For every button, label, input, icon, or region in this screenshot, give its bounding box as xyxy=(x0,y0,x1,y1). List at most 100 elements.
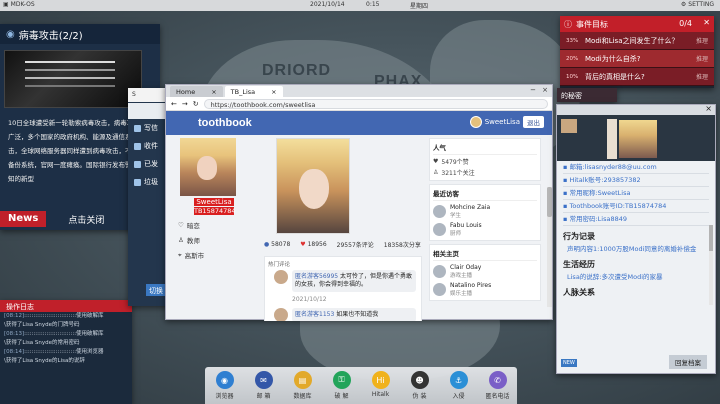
toothbook-username[interactable]: SweetLisa xyxy=(485,118,520,126)
person-text: Mohcine Zaia 学生 xyxy=(450,204,490,219)
target-row[interactable]: 33% Modi和Lisa之间发生了什么？ 推理 xyxy=(560,32,714,50)
minimize-button[interactable]: − xyxy=(530,86,536,94)
profile-info-item[interactable]: ▪ 邮箱:lisasnyder88@uu.com xyxy=(563,161,709,174)
alert-icon: ⓘ xyxy=(564,19,572,29)
close-icon[interactable]: × xyxy=(211,88,216,96)
news-close-button[interactable]: 点击关闭 xyxy=(68,213,104,226)
dock-item[interactable]: ✉ 邮 箱 xyxy=(246,371,282,400)
folder-label: 已发 xyxy=(144,160,158,168)
operation-log-window: 操作日志 [08:12]::::::::::::::::::::::::::::… xyxy=(0,300,132,404)
forward-arrow-icon[interactable]: → xyxy=(182,100,188,108)
comment-bubble: 匿名游客56995 太可怜了，但是你遇个勇敢的女孩，你会得到幸福的。 xyxy=(292,270,416,292)
target-question: Modi为什么自杀? xyxy=(585,54,641,63)
log-title: 操作日志 xyxy=(0,300,132,312)
person-text: Clair Oday 游戏主播 xyxy=(450,264,481,279)
avatar xyxy=(274,308,288,321)
comment-author[interactable]: 匿名游客56995 xyxy=(295,273,338,280)
like-count: 58078 xyxy=(271,241,291,248)
secret-window[interactable]: 的秘密 xyxy=(557,88,617,102)
person-row[interactable]: Natalino Pires 娱乐主播 xyxy=(433,282,537,297)
close-icon[interactable]: × xyxy=(705,104,712,113)
profile-avatar[interactable] xyxy=(180,138,236,196)
map-label: DRIORD xyxy=(262,62,332,79)
target-hint[interactable]: 推理 xyxy=(696,72,708,81)
back-arrow-icon[interactable]: ← xyxy=(171,100,177,108)
log-action: 使用破解库 xyxy=(76,331,104,337)
comment-author[interactable]: 匿名游客1153 xyxy=(295,311,334,318)
dock-item[interactable]: ⚿ 破 解 xyxy=(324,371,360,400)
profile-id: TB15874784 xyxy=(194,207,236,215)
dock-label: 数据库 xyxy=(293,393,312,400)
pin-icon: ⌖ xyxy=(178,250,182,259)
like-stat[interactable]: ● 58078 xyxy=(264,241,290,248)
target-hint[interactable]: 推理 xyxy=(696,54,708,63)
window-close-button[interactable]: × xyxy=(542,86,548,94)
profile-info-item[interactable]: ▪ 常用昵称:SweetLisa xyxy=(563,187,709,200)
folder-icon xyxy=(134,160,141,168)
tab-label: TB_Lisa xyxy=(230,88,256,96)
reply-archive-button[interactable]: 回复档案 xyxy=(669,355,707,369)
profile-info-item[interactable]: ▪ 常用密码:Lisa8849 xyxy=(563,213,709,226)
news-tag: News xyxy=(0,211,47,227)
logout-button[interactable]: 退出 xyxy=(523,116,544,128)
toothbook-user: SweetLisa 退出 xyxy=(469,116,544,128)
dock-item[interactable]: ☻ 伪 装 xyxy=(402,371,438,400)
heart-stat[interactable]: ♥ 18956 xyxy=(300,241,326,248)
log-separator: :::::::::::::::::::::::::::: xyxy=(24,313,77,319)
comment-bubble: 匿名游客1153 如果也不知道我 xyxy=(292,308,416,321)
follow-text: 3211个关注 xyxy=(441,170,475,177)
target-row[interactable]: 10% 背后的真相是什么? 推理 xyxy=(560,68,714,86)
profile-info-text: 教师 xyxy=(186,237,200,245)
tab-tb-lisa[interactable]: TB_Lisa × xyxy=(224,86,283,97)
profile-info-row: ♙ 教师 xyxy=(178,235,256,245)
url-input[interactable]: https://toothbook.com/sweetlisa xyxy=(203,98,548,109)
person-role: 厨师 xyxy=(450,231,462,237)
close-icon[interactable]: × xyxy=(271,88,276,96)
profile-photo[interactable] xyxy=(619,120,657,158)
post-photo[interactable] xyxy=(276,138,350,234)
os-brand: ▣ MDK-OS xyxy=(3,1,35,8)
profile-info-item[interactable]: ▪ Toothbook账号ID:TB15874784 xyxy=(563,200,709,213)
scrollbar[interactable] xyxy=(709,225,713,305)
panel-title: 人气 xyxy=(433,142,537,155)
log-action: 使用浏览器 xyxy=(76,349,104,355)
scrollbar-thumb[interactable] xyxy=(709,225,713,251)
avatar[interactable] xyxy=(469,116,482,128)
panel-title: 相关主页 xyxy=(433,248,537,261)
person-row[interactable]: Fabu Louis 厨师 xyxy=(433,222,537,237)
section-title: 生活经历 xyxy=(563,260,595,269)
profile-record[interactable]: 声明内容1:1000万股Modi同意的离婚补偿金 xyxy=(567,244,709,254)
heart-icon: ♥ xyxy=(433,158,439,165)
dock-item[interactable]: ✆ 匿名电话 xyxy=(480,371,516,400)
profile-info-row: ⌖ 高斯市 xyxy=(178,250,256,261)
person-row[interactable]: Clair Oday 游戏主播 xyxy=(433,264,537,279)
profile-experience[interactable]: Lisa的说辞:多次遭受Modi的家暴 xyxy=(567,272,709,282)
dock-item[interactable]: ▤ 数据库 xyxy=(285,371,321,400)
reload-icon[interactable]: ↻ xyxy=(193,100,199,108)
related-list: Clair Oday 游戏主播 Natalino Pires 娱乐主播 xyxy=(433,264,537,297)
dock-item[interactable]: Hi Hitalk xyxy=(363,371,399,398)
target-percent: 10% xyxy=(566,73,579,80)
close-icon[interactable]: ✕ xyxy=(703,18,710,27)
profile-info-item[interactable]: ▪ Hitalk账号:293857382 xyxy=(563,174,709,187)
dock-label: 匿名电话 xyxy=(485,393,510,400)
target-row[interactable]: 20% Modi为什么自杀? 推理 xyxy=(560,50,714,68)
tab-home[interactable]: Home × xyxy=(170,86,223,97)
target-question: 背后的真相是什么? xyxy=(585,72,645,81)
person-row[interactable]: Mohcine Zaia 学生 xyxy=(433,204,537,219)
browser-tabbar: Home × TB_Lisa × − × xyxy=(166,85,552,97)
avatar xyxy=(274,270,288,284)
log-row: [08:12]::::::::::::::::::::::::::::使用破解库… xyxy=(0,312,132,330)
crack-icon: ⚿ xyxy=(332,371,351,389)
toothbook-logo[interactable]: toothbook xyxy=(198,117,252,129)
target-hint[interactable]: 推理 xyxy=(696,36,708,45)
scrollbar-thumb[interactable] xyxy=(547,187,552,217)
person-name: Fabu Louis xyxy=(450,222,482,229)
comments-label: 热门评论 xyxy=(268,262,291,268)
dock-item[interactable]: ◉ 浏览器 xyxy=(207,371,243,400)
toothbook-header: toothbook SweetLisa 退出 xyxy=(166,111,552,135)
log-row: [08:13]::::::::::::::::::::::::::::使用破解库… xyxy=(0,330,132,348)
setting-button[interactable]: ⚙ SETTING xyxy=(681,1,714,8)
scrollbar[interactable] xyxy=(547,187,552,307)
dock-item[interactable]: ⚓ 入侵 xyxy=(441,371,477,400)
